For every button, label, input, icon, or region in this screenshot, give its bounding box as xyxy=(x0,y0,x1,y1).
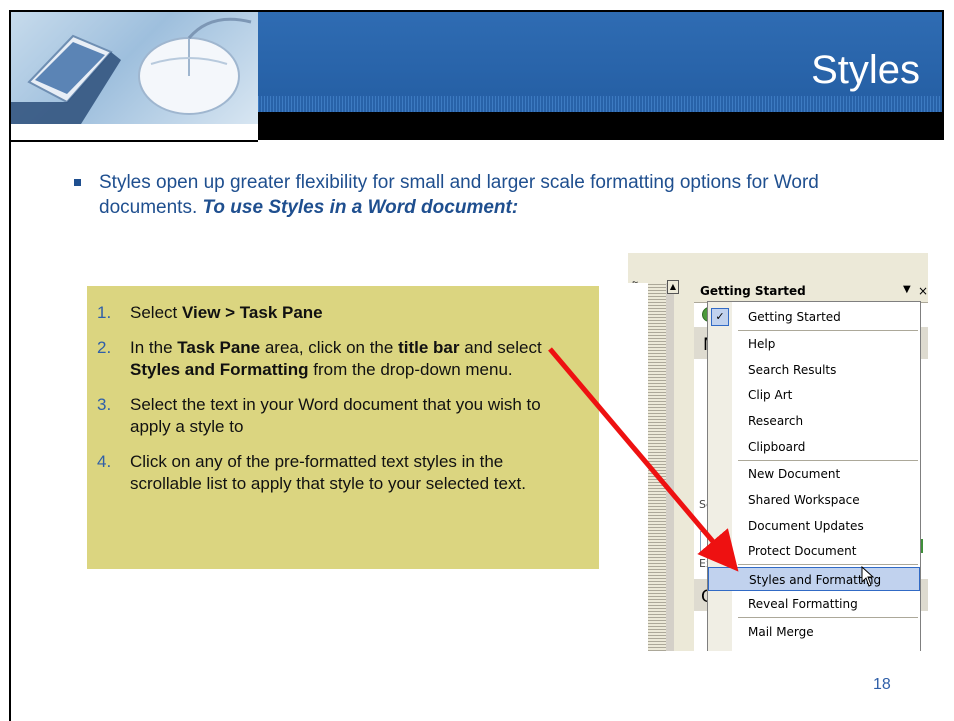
slide-title: Styles xyxy=(811,48,920,92)
document-edge xyxy=(628,283,648,651)
menu-item-label: Mail Merge xyxy=(748,625,814,639)
menu-item-getting-started[interactable]: ✓ Getting Started xyxy=(708,305,920,329)
header-divider xyxy=(11,124,258,142)
menu-item-help[interactable]: Help xyxy=(708,332,920,356)
steps-box: 1. Select View > Task Pane 2. In the Task P… xyxy=(87,286,599,569)
menu-item-document-updates[interactable]: Document Updates xyxy=(708,514,920,538)
step-item: 3. Select the text in your Word document … xyxy=(97,394,567,438)
step-number: 4. xyxy=(97,452,112,471)
step-bold-text: title bar xyxy=(398,338,460,357)
step-bold-text: View > Task Pane xyxy=(181,303,323,322)
menu-item-search-results[interactable]: Search Results xyxy=(708,358,920,382)
step-text: from the drop-down menu. xyxy=(308,360,513,379)
menu-item-label: Research xyxy=(748,414,804,428)
menu-item-new-document[interactable]: New Document xyxy=(708,462,920,486)
menu-item-label: Shared Workspace xyxy=(748,493,860,507)
step-number: 1. xyxy=(97,303,112,322)
menu-item-styles-and-formatting[interactable]: Styles and Formatting xyxy=(708,567,920,591)
menu-item-label: Clip Art xyxy=(748,388,793,402)
task-pane-screenshot: ຽ ▲ Getting Started ▼ × ‹ M Sea › Exa Op… xyxy=(628,253,928,651)
laptop-and-mouse-photo-icon xyxy=(11,17,252,124)
menu-item-research[interactable]: Research xyxy=(708,409,920,433)
menu-item-clipboard[interactable]: Clipboard xyxy=(708,435,920,459)
menu-item-label: Document Updates xyxy=(748,519,864,533)
close-icon[interactable]: × xyxy=(918,284,928,298)
checkmark-icon: ✓ xyxy=(711,308,729,326)
step-text: Click on any of the pre-formatted text s… xyxy=(130,452,526,493)
steps-list: 1. Select View > Task Pane 2. In the Task P… xyxy=(97,302,567,508)
step-number: 3. xyxy=(97,395,112,414)
menu-item-mail-merge[interactable]: Mail Merge xyxy=(708,620,920,644)
scroll-up-arrow-icon[interactable]: ▲ xyxy=(667,280,679,294)
menu-item-label: New Document xyxy=(748,467,841,481)
menu-item-label: Search Results xyxy=(748,363,837,377)
menu-separator xyxy=(738,564,918,565)
intro-item: Styles open up greater flexibility for s… xyxy=(74,170,834,220)
step-text: area, click on the xyxy=(260,338,399,357)
step-number: 2. xyxy=(97,338,112,357)
intro-list: Styles open up greater flexibility for s… xyxy=(74,170,834,220)
step-text: Select xyxy=(130,303,182,322)
header-photo xyxy=(11,12,258,124)
menu-item-label: Clipboard xyxy=(748,440,806,454)
menu-item-label: Reveal Formatting xyxy=(748,597,858,611)
menu-item-shared-workspace[interactable]: Shared Workspace xyxy=(708,488,920,512)
menu-separator xyxy=(738,330,918,331)
step-text: In the xyxy=(130,338,178,357)
menu-item-label: Help xyxy=(748,337,776,351)
menu-separator xyxy=(738,460,918,461)
step-bold-text: Styles and Formatting xyxy=(130,360,309,379)
splitter-bar xyxy=(666,283,674,651)
task-pane-title-bar[interactable]: Getting Started ▼ × xyxy=(694,283,928,303)
splitter-hatch xyxy=(648,283,666,651)
menu-separator xyxy=(738,617,918,618)
step-bold-text: Task Pane xyxy=(177,338,261,357)
menu-item-protect-document[interactable]: Protect Document xyxy=(708,539,920,563)
task-pane-dropdown-menu: ✓ Getting Started Help Search Results Clip A… xyxy=(707,301,921,651)
menu-item-label: Protect Document xyxy=(748,544,857,558)
step-item: 4. Click on any of the pre-formatted text… xyxy=(97,451,567,495)
page-number: 18 xyxy=(873,676,891,693)
intro-emphasis: To use Styles in a Word document: xyxy=(202,197,519,218)
menu-item-reveal-formatting[interactable]: Reveal Formatting xyxy=(708,592,920,616)
header-black-bar xyxy=(258,112,944,140)
menu-item-clip-art[interactable]: Clip Art xyxy=(708,383,920,407)
step-text: and select xyxy=(459,338,542,357)
square-bullet-icon xyxy=(74,179,81,186)
dropdown-arrow-icon[interactable]: ▼ xyxy=(903,284,911,295)
task-pane-title: Getting Started xyxy=(700,284,806,298)
header-pattern-strip xyxy=(258,96,942,112)
step-item: 2. In the Task Pane area, click on the ti… xyxy=(97,337,567,381)
step-text: Select the text in your Word document th… xyxy=(130,395,541,436)
step-item: 1. Select View > Task Pane xyxy=(97,302,567,324)
mouse-pointer-icon xyxy=(861,566,875,587)
menu-item-label: Getting Started xyxy=(748,310,841,324)
